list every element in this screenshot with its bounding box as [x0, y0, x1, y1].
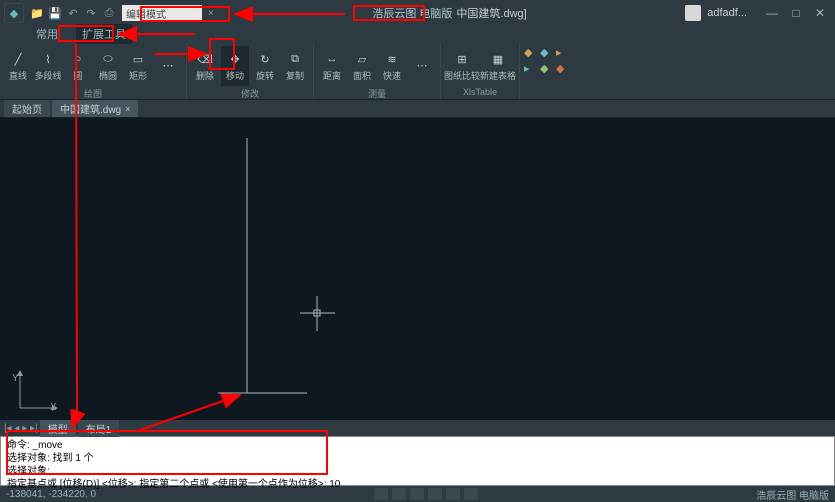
tool-line[interactable]: ╱直线 [4, 46, 32, 86]
tab-expand-tools[interactable]: 扩展工具 [76, 24, 132, 44]
more-icon: ⋯ [158, 57, 178, 75]
move-icon: ✥ [225, 50, 245, 68]
rect-icon: ▭ [128, 50, 148, 68]
extra-icon-3[interactable]: ▸ [556, 46, 570, 60]
ortho-toggle[interactable] [410, 488, 424, 500]
ribbon: ╱直线 ⌇多段线 ○圆 ⬭椭圆 ▭矩形 ⋯ 绘图 ⌫删除 ✥移动 ↻旋转 ⧉复制… [0, 44, 835, 100]
user-name: adfadf... [707, 7, 747, 19]
tool-paper-compare[interactable]: ⊞图纸比较 [445, 46, 479, 86]
ellipse-icon: ⬭ [98, 50, 118, 68]
tool-more-measure[interactable]: ⋯ [408, 46, 436, 86]
redo-icon[interactable]: ↷ [84, 6, 98, 20]
tool-more-draw[interactable]: ⋯ [154, 46, 182, 86]
extra-icon-5[interactable]: ◆ [540, 62, 554, 76]
polar-toggle[interactable] [428, 488, 442, 500]
doc-tab-start[interactable]: 起始页 [4, 100, 50, 117]
tool-rect[interactable]: ▭矩形 [124, 46, 152, 86]
table-icon: ▦ [488, 50, 508, 68]
erase-icon: ⌫ [195, 50, 215, 68]
extra-icon-4[interactable]: ▸ [524, 62, 538, 76]
quick-icon: ≋ [382, 50, 402, 68]
tool-distance[interactable]: ↔距离 [318, 46, 346, 86]
title-center: 浩辰云图 电脑版 中国建筑.dwg] [220, 5, 679, 21]
layout-tabs-bar: |◂ ◂ ▸ ▸| 模型 布局1 [0, 420, 835, 436]
open-icon[interactable]: 📁 [30, 6, 44, 20]
print-icon[interactable]: ⎙ [102, 6, 116, 20]
extra-icon-1[interactable]: ◆ [524, 46, 538, 60]
save-icon[interactable]: 💾 [48, 6, 62, 20]
undo-icon[interactable]: ↶ [66, 6, 80, 20]
window-controls: — □ ✕ [761, 4, 831, 22]
tool-circle[interactable]: ○圆 [64, 46, 92, 86]
model-tab[interactable]: 模型 [40, 420, 76, 437]
group-label-draw: 绘图 [4, 87, 182, 100]
polyline-icon: ⌇ [38, 50, 58, 68]
app-logo[interactable]: ◆ [4, 3, 24, 23]
status-toggle-icons [374, 488, 478, 500]
layout-tab[interactable]: 布局1 [78, 420, 120, 437]
document-tabs: 起始页 中国建筑.dwg × [0, 100, 835, 118]
tool-area[interactable]: ▱面积 [348, 46, 376, 86]
command-line-1: 命令: _move [7, 439, 828, 452]
ribbon-group-modify: ⌫删除 ✥移动 ↻旋转 ⧉复制 修改 [187, 44, 314, 99]
extra-icon-6[interactable]: ◆ [556, 62, 570, 76]
more-icon: ⋯ [412, 57, 432, 75]
minimize-button[interactable]: — [761, 4, 783, 22]
ribbon-tabs: 常用 扩展工具 [0, 26, 835, 44]
ribbon-group-extras: ◆ ◆ ▸ ▸ ◆ ◆ [520, 44, 578, 99]
mode-search-input[interactable]: 编辑模式 [122, 5, 202, 21]
tool-quick[interactable]: ≋快速 [378, 46, 406, 86]
tool-new-table[interactable]: ▦新建表格 [481, 46, 515, 86]
tool-polyline[interactable]: ⌇多段线 [34, 46, 62, 86]
rotate-icon: ↻ [255, 50, 275, 68]
ucs-x-label: X [50, 402, 57, 413]
titlebar: ◆ 📁 💾 ↶ ↷ ⎙ 编辑模式 × 浩辰云图 电脑版 中国建筑.dwg] ad… [0, 0, 835, 26]
doc-tab-file[interactable]: 中国建筑.dwg × [52, 100, 138, 117]
maximize-button[interactable]: □ [785, 4, 807, 22]
search-x-icon[interactable]: × [208, 8, 214, 19]
osnap-toggle[interactable] [446, 488, 460, 500]
tool-ellipse[interactable]: ⬭椭圆 [94, 46, 122, 86]
tool-copy[interactable]: ⧉复制 [281, 46, 309, 86]
product-name: 浩辰云图 电脑版 [372, 5, 452, 21]
command-line-2: 选择对象: 找到 1 个 [7, 452, 828, 465]
close-tab-icon[interactable]: × [125, 104, 130, 114]
copy-icon: ⧉ [285, 50, 305, 68]
drawing-canvas[interactable]: X Y [0, 118, 835, 420]
group-label-measure: 测量 [318, 87, 436, 100]
avatar-icon [685, 5, 701, 21]
command-line-panel[interactable]: 命令: _move 选择对象: 找到 1 个 选择对象: 指定基点或 [位移(D… [0, 436, 835, 486]
grid-toggle[interactable] [392, 488, 406, 500]
ucs-y-label: Y [12, 373, 19, 384]
tab-common[interactable]: 常用 [30, 24, 64, 44]
status-coords: -138041, -234220, 0 [6, 489, 96, 500]
command-line-3: 选择对象: [7, 465, 828, 478]
layout-nav[interactable]: |◂ ◂ ▸ ▸| [4, 423, 38, 434]
tool-erase[interactable]: ⌫删除 [191, 46, 219, 86]
ribbon-group-compare: ⊞图纸比较 ▦新建表格 XlsTable [441, 44, 520, 99]
quick-access-toolbar: 📁 💾 ↶ ↷ ⎙ [30, 6, 116, 20]
area-icon: ▱ [352, 50, 372, 68]
tool-move[interactable]: ✥移动 [221, 46, 249, 86]
otrack-toggle[interactable] [464, 488, 478, 500]
ribbon-group-measure: ↔距离 ▱面积 ≋快速 ⋯ 测量 [314, 44, 441, 99]
line-icon: ╱ [8, 50, 28, 68]
tool-rotate[interactable]: ↻旋转 [251, 46, 279, 86]
status-brand: 浩辰云图 电脑版 [756, 487, 829, 502]
close-button[interactable]: ✕ [809, 4, 831, 22]
snap-toggle[interactable] [374, 488, 388, 500]
circle-icon: ○ [68, 50, 88, 68]
extra-icon-2[interactable]: ◆ [540, 46, 554, 60]
user-area[interactable]: adfadf... [685, 5, 747, 21]
compare-icon: ⊞ [452, 50, 472, 68]
distance-icon: ↔ [322, 50, 342, 68]
ribbon-group-draw: ╱直线 ⌇多段线 ○圆 ⬭椭圆 ▭矩形 ⋯ 绘图 [0, 44, 187, 99]
group-label-compare: XlsTable [445, 87, 515, 97]
group-label-modify: 修改 [191, 87, 309, 100]
file-title: 中国建筑.dwg] [456, 5, 526, 21]
